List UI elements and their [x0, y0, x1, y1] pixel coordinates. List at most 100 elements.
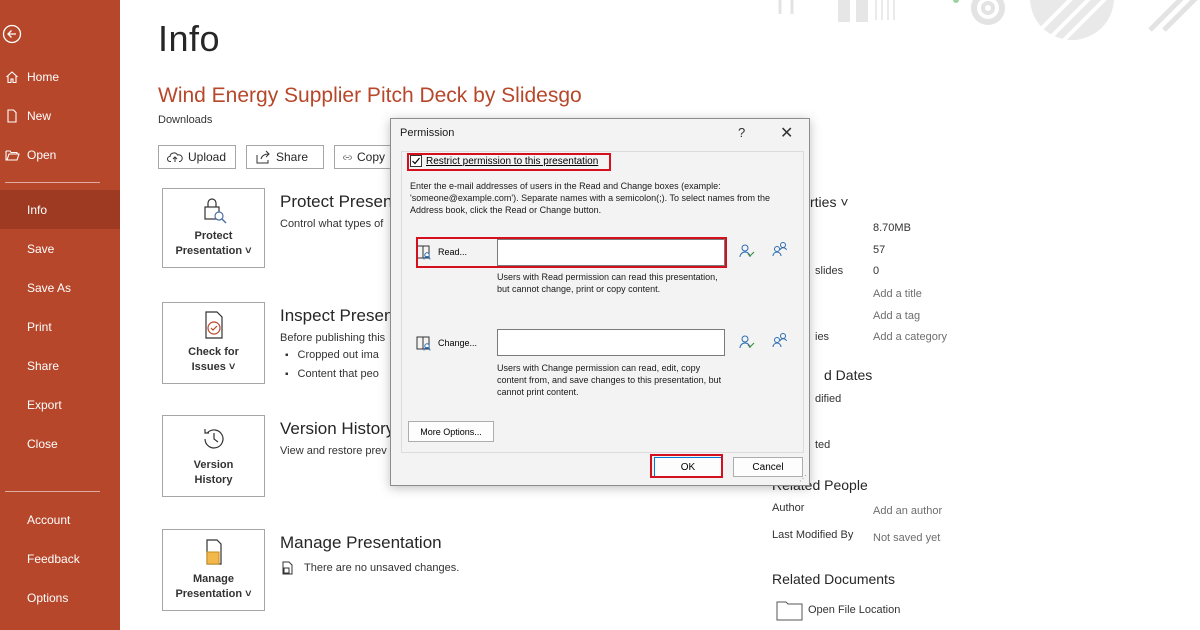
property-category-value[interactable]: Add a category	[873, 331, 947, 343]
manage-document-icon	[205, 539, 222, 565]
history-clock-icon	[203, 429, 224, 449]
lock-search-icon	[203, 198, 226, 224]
protect-heading: Protect Presen	[280, 192, 393, 211]
check-for-issues-tile[interactable]: Check for Issues ˅	[162, 302, 265, 384]
new-document-icon	[5, 108, 21, 123]
document-status-icon	[282, 561, 293, 575]
backstage-sidebar: Home New Open Info Save Save As Print Sh…	[0, 0, 120, 630]
ok-highlight-box	[650, 454, 723, 478]
sidebar-item-account[interactable]: Account	[0, 500, 120, 539]
change-permission-note: Users with Change permission can read, e…	[497, 363, 722, 397]
sidebar-item-share[interactable]: Share	[0, 346, 120, 385]
address-book-people-icon[interactable]	[771, 332, 789, 348]
properties-heading[interactable]: rties ˅	[810, 194, 849, 210]
header-decoration	[760, 0, 1200, 50]
last-modified-by-label: Last Modified By	[772, 529, 854, 541]
upload-button[interactable]: Upload	[158, 145, 236, 169]
sidebar-item-label: New	[27, 108, 52, 123]
protect-description: Control what types of	[280, 218, 384, 230]
tile-label-line: Protect	[194, 230, 233, 242]
open-file-location-link[interactable]: Open File Location	[776, 599, 900, 621]
inspect-bullet: Cropped out ima	[285, 349, 379, 361]
cancel-button[interactable]: Cancel	[733, 457, 803, 477]
sidebar-item-label: Feedback	[27, 551, 80, 566]
sidebar-item-open[interactable]: Open	[0, 135, 120, 174]
version-history-heading: Version History	[280, 419, 395, 438]
change-users-input[interactable]	[497, 329, 725, 356]
sidebar-item-info[interactable]: Info	[0, 190, 120, 229]
manage-status: There are no unsaved changes.	[280, 561, 459, 575]
check-names-icon[interactable]	[738, 334, 756, 350]
inspect-description: Before publishing this	[280, 332, 386, 344]
protect-presentation-tile[interactable]: Protect Presentation ˅	[162, 188, 265, 268]
sidebar-divider	[5, 182, 100, 183]
share-label: Share	[276, 150, 309, 164]
property-title-value[interactable]: Add a title	[873, 288, 922, 300]
sidebar-item-new[interactable]: New	[0, 96, 120, 135]
back-arrow-circle-icon[interactable]	[2, 24, 22, 44]
tile-label-line: Version	[193, 459, 234, 471]
tile-label-line: History	[194, 474, 233, 486]
tile-label: Protect Presentation ˅	[175, 229, 251, 259]
sidebar-item-save-as[interactable]: Save As	[0, 268, 120, 307]
tile-label-line: Check for	[188, 346, 239, 358]
page-title: Info	[158, 18, 221, 59]
sidebar-item-label: Print	[27, 319, 52, 334]
sidebar-item-label: Share	[27, 358, 60, 373]
sidebar-item-label: Home	[27, 69, 60, 84]
sidebar-item-home[interactable]: Home	[0, 57, 120, 96]
sidebar-item-label: Save	[27, 241, 55, 256]
sidebar-item-print[interactable]: Print	[0, 307, 120, 346]
sidebar-item-options[interactable]: Options	[0, 578, 120, 617]
read-highlight-box	[416, 237, 727, 268]
folder-icon	[776, 601, 803, 621]
sidebar-item-label: Export	[27, 397, 62, 412]
share-button[interactable]: Share	[246, 145, 324, 169]
resize-grip-icon[interactable]: ⋰	[799, 474, 807, 483]
sidebar-item-feedback[interactable]: Feedback	[0, 539, 120, 578]
dialog-title: Permission	[400, 127, 455, 139]
sidebar-item-label: Options	[27, 590, 69, 605]
document-title: Wind Energy Supplier Pitch Deck by Slide…	[158, 84, 582, 107]
inspect-document-icon	[204, 311, 223, 339]
tile-label: Version History	[194, 458, 234, 488]
copy-path-button[interactable]: Copy	[334, 145, 394, 169]
last-modified-by-value: Not saved yet	[873, 532, 941, 544]
property-categories-label: ies	[815, 331, 830, 343]
change-button-label: Change...	[438, 338, 478, 348]
author-label: Author	[772, 502, 805, 514]
copy-label: Copy	[356, 150, 385, 164]
version-history-tile[interactable]: Version History	[162, 415, 265, 497]
help-button[interactable]: ?	[738, 125, 745, 140]
property-tag-value[interactable]: Add a tag	[873, 310, 920, 322]
change-button[interactable]: Change...	[415, 335, 477, 351]
property-hidden-slides-value: 0	[873, 265, 880, 277]
document-location: Downloads	[158, 114, 213, 126]
property-size-value: 8.70MB	[873, 222, 911, 234]
more-options-button[interactable]: More Options...	[408, 421, 494, 442]
check-names-icon[interactable]	[738, 243, 756, 259]
related-dates-heading: d Dates	[824, 367, 873, 383]
address-book-people-icon[interactable]	[771, 241, 789, 257]
property-hidden-slides-label: slides	[815, 265, 844, 277]
close-icon[interactable]: ✕	[780, 123, 793, 143]
home-icon	[5, 70, 21, 84]
manage-heading: Manage Presentation	[280, 533, 442, 552]
version-history-description: View and restore prev	[280, 445, 387, 457]
folder-open-icon	[5, 148, 21, 162]
sidebar-item-label: Account	[27, 512, 71, 527]
add-author-link[interactable]: Add an author	[873, 505, 942, 517]
address-book-icon	[416, 336, 431, 351]
tile-label: Check for Issues ˅	[188, 345, 239, 375]
tile-label-line: Issues ˅	[191, 361, 236, 373]
tile-label-line: Manage	[193, 573, 234, 585]
sidebar-item-export[interactable]: Export	[0, 385, 120, 424]
property-slides-value: 57	[873, 244, 886, 256]
sidebar-item-save[interactable]: Save	[0, 229, 120, 268]
cloud-upload-icon	[167, 152, 183, 162]
sidebar-item-close[interactable]: Close	[0, 424, 120, 463]
manage-presentation-tile[interactable]: Manage Presentation ˅	[162, 529, 265, 611]
restrict-highlight-box	[407, 153, 611, 171]
tile-label: Manage Presentation ˅	[175, 572, 251, 602]
permission-dialog: Permission ? ✕ Restrict permission to th…	[390, 118, 810, 486]
